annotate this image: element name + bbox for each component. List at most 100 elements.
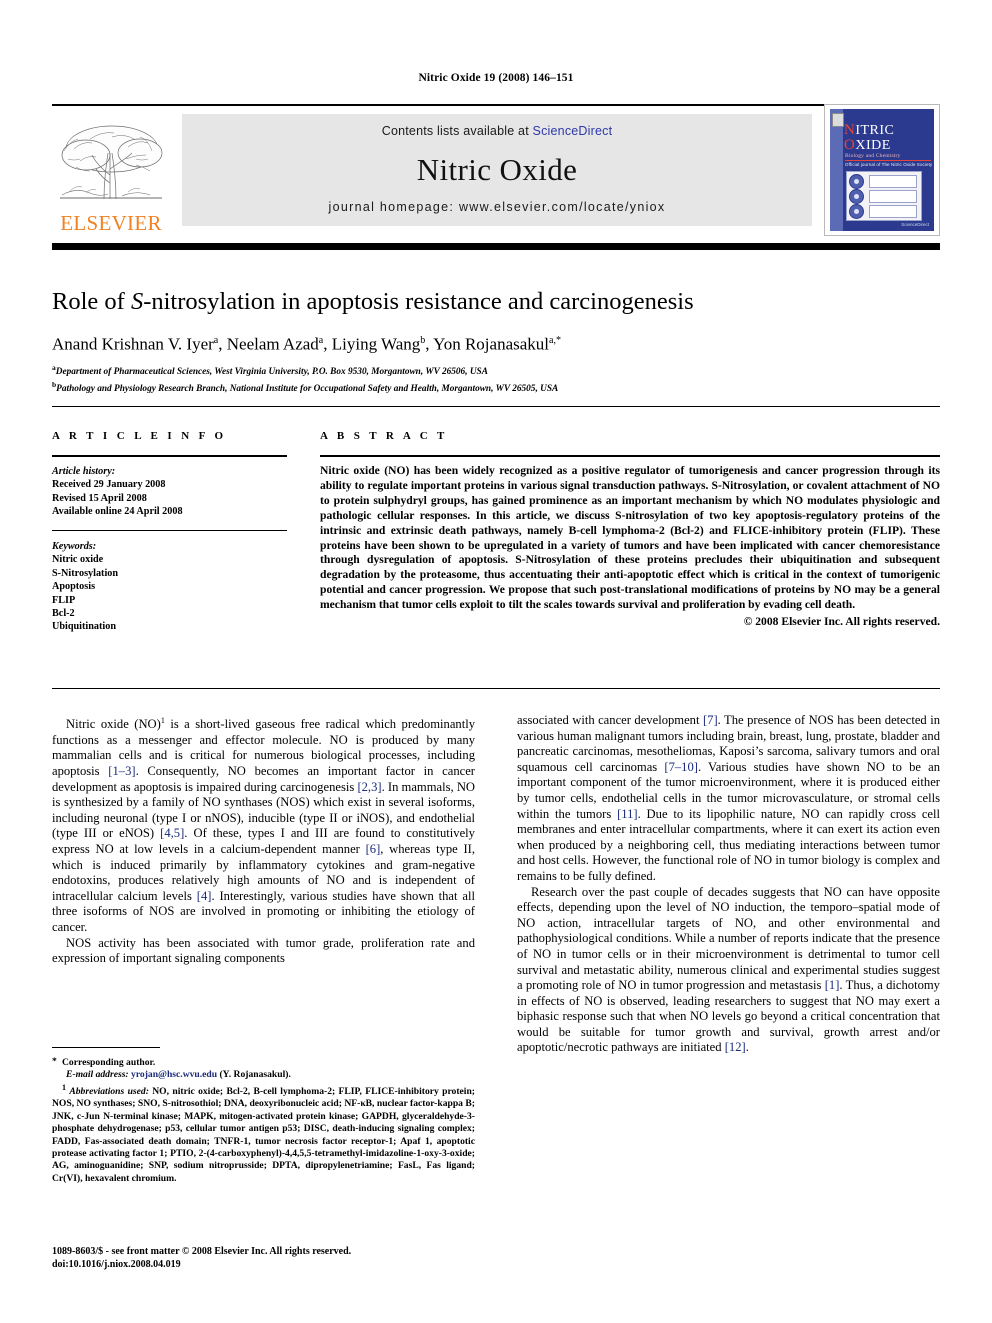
cover-disc-icon [849,189,864,204]
email-address-link[interactable]: yrojan@hsc.wvu.edu [131,1069,217,1080]
body-paragraph: Nitric oxide (NO)1 is a short-lived gase… [52,716,476,934]
email-note: E-mail address: yrojan@hsc.wvu.edu (Y. R… [52,1069,475,1081]
journal-cover-thumbnail: NITRIC OXIDE Biology and Chemistry Offic… [824,104,940,236]
title-block-bottom-rule [52,406,940,407]
cover-panel [869,190,917,203]
abbreviations-label: Abbreviations used: [69,1086,149,1097]
corresponding-text: Corresponding author. [62,1057,156,1068]
sciencedirect-link[interactable]: ScienceDirect [533,124,613,138]
abbreviations-note: 1 Abbreviations used: NO, nitric oxide; … [52,1082,475,1185]
cover-title-xide: XIDE [855,138,891,153]
footnote-rule [52,1047,160,1048]
body-paragraph: Research over the past couple of decades… [517,884,940,1055]
abstract-column: Nitric oxide (NO) has been widely recogn… [320,464,940,630]
article-info-rule [52,455,287,457]
cover-disc-icon [849,204,864,219]
abstract-bottom-rule [52,688,940,689]
corresponding-mark: * [52,1056,57,1067]
cover-society-emblem-icon [832,113,844,127]
cover-figure [846,171,922,221]
issn-line: 1089-8603/$ - see front matter © 2008 El… [52,1246,352,1257]
body-column-right: associated with cancer development [7]. … [517,713,940,1056]
title-italic-s: S [130,288,144,315]
citation-link[interactable]: [7–10] [664,760,698,774]
author-affiliation-mark: b [420,335,426,346]
cover-panel [869,205,917,218]
cover-society-line: Official journal of The Nitric Oxide Soc… [845,162,933,167]
keyword-item: Nitric oxide [52,554,104,566]
citation-link[interactable]: [11] [617,807,638,821]
journal-article-page: Nitric Oxide 19 (2008) 146–151 ELSEVIER … [0,0,992,1323]
cover-figure-row [849,174,919,189]
article-info-column: Article history: Received 29 January 200… [52,465,287,519]
abstract-text: Nitric oxide (NO) has been widely recogn… [320,464,940,612]
elsevier-wordmark: ELSEVIER [60,211,162,235]
cover-figure-row [849,204,919,219]
history-item: Available online 24 April 2008 [52,506,183,518]
body-paragraph: NOS activity has been associated with tu… [52,935,475,966]
history-item: Revised 15 April 2008 [52,492,147,504]
article-history-block: Article history: Received 29 January 200… [52,465,287,519]
cover-disc-icon [849,174,864,189]
affiliation-item: bPathology and Physiology Research Branc… [52,379,559,394]
author-name: Neelam Azad [226,334,319,354]
email-label: E-mail address: [66,1069,129,1081]
keyword-item: Ubiquitination [52,621,116,633]
abbreviations-mark: 1 [62,1082,66,1092]
keyword-item: FLIP [52,594,76,606]
keywords-label: Keywords: [52,541,97,552]
cover-title-itric: ITRIC [855,123,895,138]
citation-link[interactable]: [4,5] [160,826,184,840]
cover-journal-title: NITRIC OXIDE [844,123,894,153]
body-column-left: Nitric oxide (NO)1 is a short-lived gase… [52,713,475,967]
citation-link[interactable]: [4] [197,889,212,903]
cover-footer-text: ScienceDirect [901,222,929,227]
citation-link[interactable]: [1] [825,978,840,992]
history-item: Received 29 January 2008 [52,479,166,491]
journal-title: Nitric Oxide [416,151,578,187]
doi-line: doi:10.1016/j.niox.2008.04.019 [52,1258,181,1270]
abstract-copyright: © 2008 Elsevier Inc. All rights reserved… [743,615,940,629]
citation-link[interactable]: [1–3] [108,764,135,778]
article-title: Role of S-nitrosylation in apoptosis res… [52,288,940,316]
author-name: Liying Wang [331,334,421,354]
cover-figure-row [849,189,919,204]
article-info-heading: A R T I C L E I N F O [52,430,227,442]
citation-link[interactable]: [6] [366,842,381,856]
author-affiliation-mark: a [318,335,324,346]
contents-prefix: Contents lists available at [381,124,533,138]
author-affiliation-mark: a,* [549,335,561,346]
cover-panel [869,175,917,188]
author-name: Yon Rojanasakul [433,334,550,354]
citation-link[interactable]: [7] [703,713,718,727]
affiliation-mark: a [52,363,56,372]
citation-link[interactable]: [12] [725,1040,746,1054]
footnote-marker[interactable]: 1 [161,716,165,725]
abstract-rule [320,455,940,457]
cover-divider [845,160,931,161]
cover-subtitle: Biology and Chemistry [845,153,901,159]
elsevier-tree-icon [60,125,163,200]
corresponding-author-note: * Corresponding author. [52,1056,475,1069]
elsevier-logo: ELSEVIER [52,110,170,234]
title-part-2: -nitrosylation in apoptosis resistance a… [143,288,694,315]
citation-link[interactable]: [2,3] [357,780,381,794]
journal-homepage-url[interactable]: journal homepage: www.elsevier.com/locat… [329,200,666,214]
keywords-column: Keywords: Nitric oxide S-Nitrosylation A… [52,540,287,634]
author-name: Anand Krishnan V. Iyer [52,334,214,354]
author-list: Anand Krishnan V. Iyera, Neelam Azada, L… [52,334,561,354]
issn-footer: 1089-8603/$ - see front matter © 2008 El… [52,1246,482,1271]
sciencedirect-banner: Contents lists available at ScienceDirec… [182,114,812,226]
keywords-rule [52,530,287,531]
journal-masthead: ELSEVIER Contents lists available at Sci… [52,104,940,236]
abstract-heading: A B S T R A C T [320,430,448,442]
keyword-item: Bcl-2 [52,608,75,620]
footnote-block: * Corresponding author. E-mail address: y… [52,1056,475,1185]
masthead-top-rule [52,104,940,106]
keyword-item: Apoptosis [52,581,96,593]
cover-title-o: O [844,137,856,153]
running-head: Nitric Oxide 19 (2008) 146–151 [418,72,574,84]
affiliation-list: aDepartment of Pharmaceutical Sciences, … [52,362,940,395]
masthead-black-bar [52,243,940,250]
cover-artwork: NITRIC OXIDE Biology and Chemistry Offic… [830,109,934,231]
